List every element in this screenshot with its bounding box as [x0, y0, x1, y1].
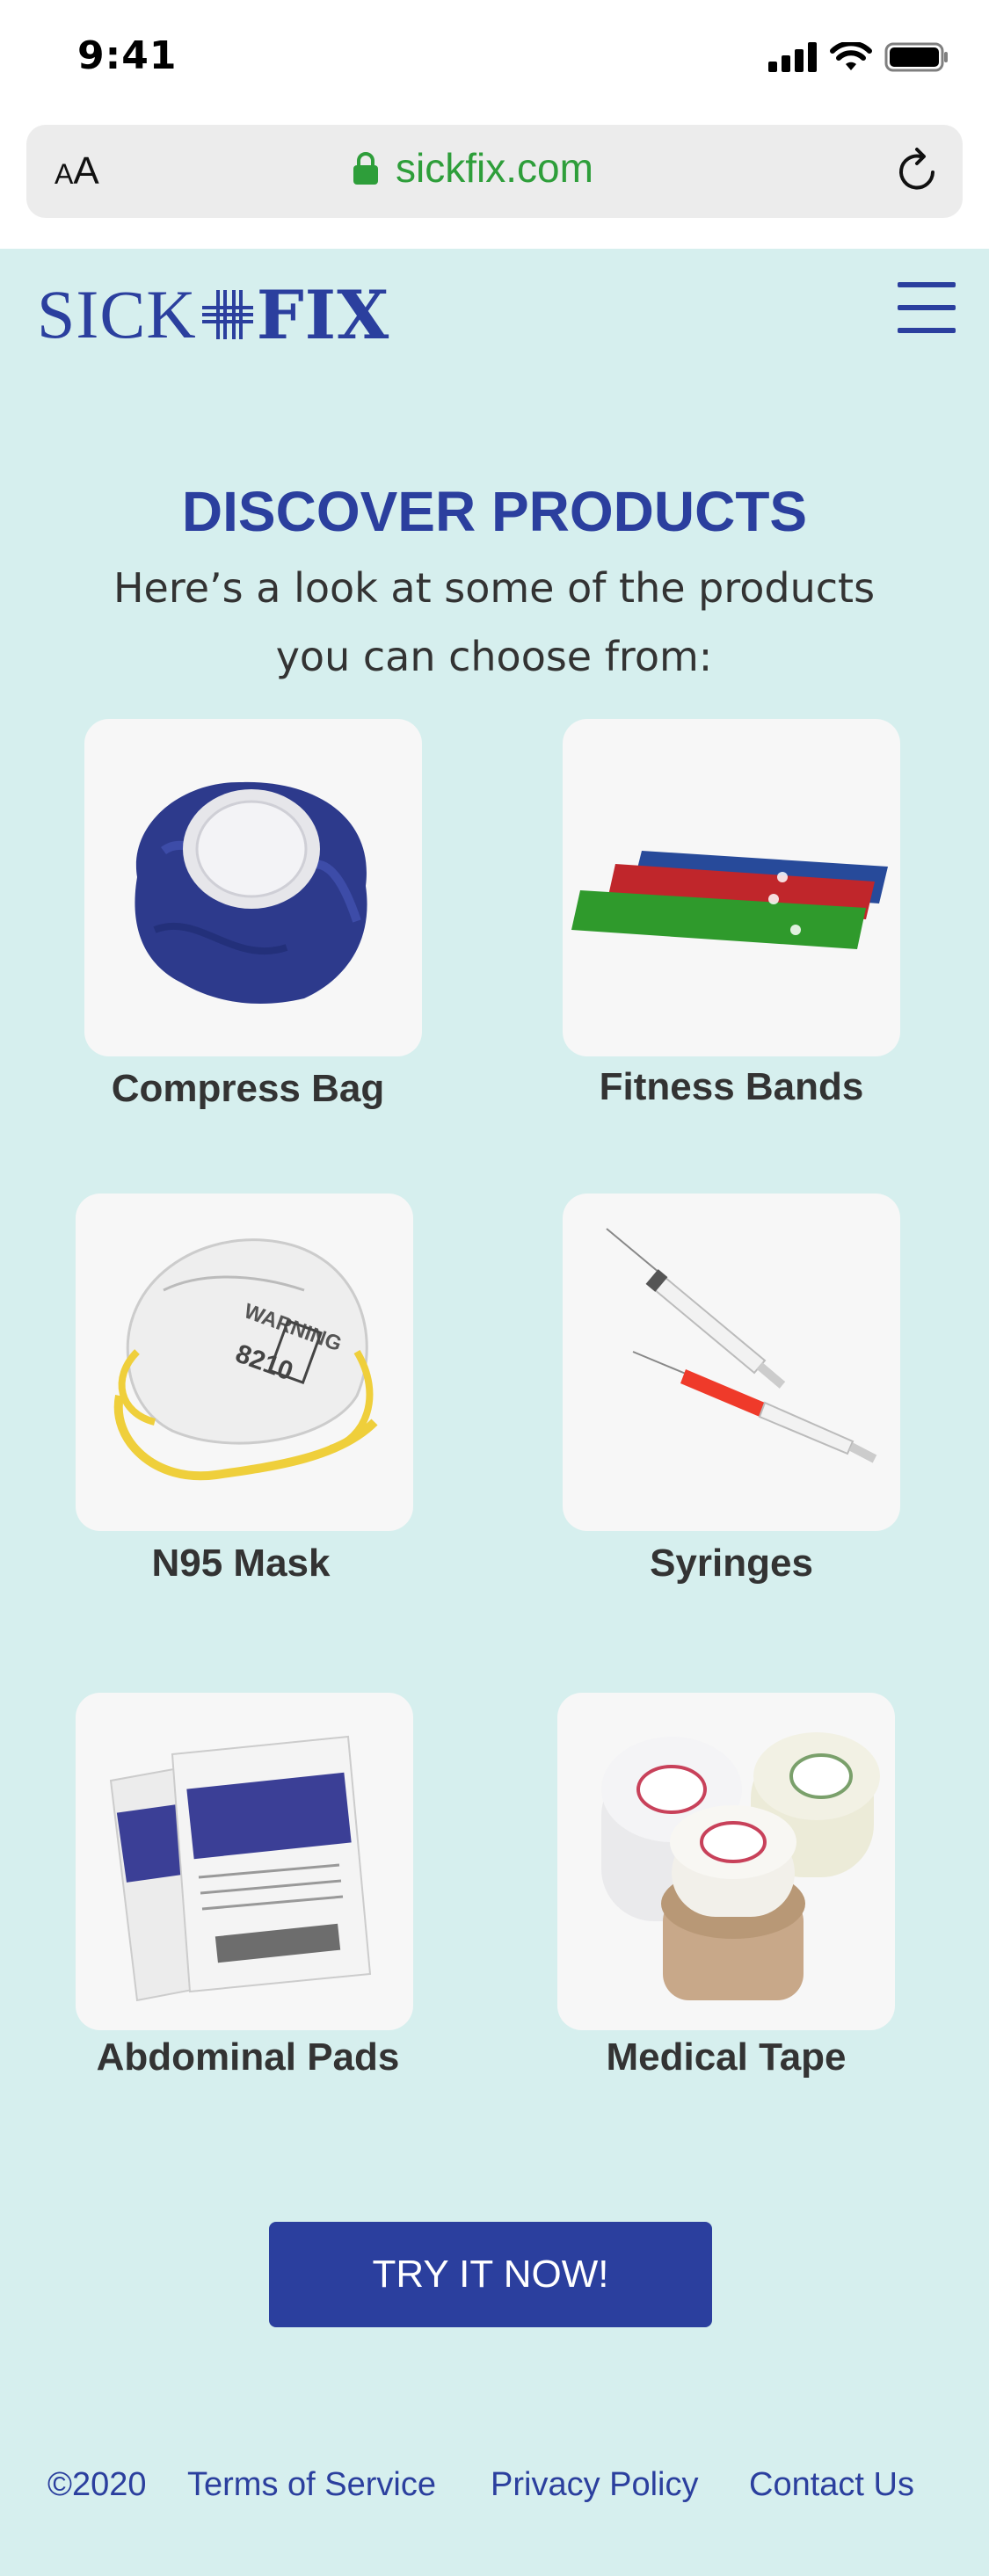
address-bar[interactable]: AA sickfix.com	[26, 125, 963, 218]
hamburger-menu-icon[interactable]	[898, 282, 956, 335]
page-title: DISCOVER PRODUCTS	[181, 480, 808, 543]
wifi-icon	[830, 42, 872, 70]
footer-copyright: ©2020	[47, 2466, 147, 2503]
battery-icon	[884, 42, 948, 72]
reload-icon[interactable]	[894, 146, 943, 199]
product-card-compress-bag[interactable]	[84, 719, 422, 1056]
footer-link-contact[interactable]: Contact Us	[749, 2466, 914, 2504]
product-label-compress-bag[interactable]: Compress Bag	[19, 1067, 476, 1111]
n95-mask-image: WARNING 8210	[113, 1238, 378, 1481]
intro-line-2: you can choose from:	[275, 633, 713, 680]
product-card-abdominal-pads[interactable]	[76, 1693, 413, 2030]
product-card-medical-tape[interactable]	[557, 1693, 895, 2030]
compress-bag-image	[135, 781, 367, 1004]
product-card-syringes[interactable]	[563, 1194, 900, 1531]
text-size-button[interactable]: AA	[55, 149, 99, 193]
url-display[interactable]: sickfix.com	[352, 144, 593, 192]
logo-cross-icon	[201, 290, 253, 339]
status-icons	[768, 42, 949, 72]
logo-text-fix: FIX	[256, 275, 390, 354]
product-label-medical-tape[interactable]: Medical Tape	[498, 2035, 955, 2079]
abdominal-pads-image	[109, 1735, 372, 2002]
product-label-fitness-bands[interactable]: Fitness Bands	[503, 1065, 960, 1109]
lock-icon	[353, 152, 378, 185]
status-bar: 9:41	[0, 0, 989, 123]
text-size-small-label: A	[55, 158, 74, 190]
product-card-n95-mask[interactable]: WARNING 8210	[76, 1194, 413, 1531]
status-time: 9:41	[77, 33, 178, 78]
try-it-now-button[interactable]: TRY IT NOW!	[269, 2222, 712, 2327]
site-header: SICK FIX	[0, 249, 989, 372]
syringes-image	[606, 1228, 877, 1463]
product-label-abdominal-pads[interactable]: Abdominal Pads	[19, 2035, 476, 2079]
product-label-n95-mask[interactable]: N95 Mask	[12, 1542, 469, 1586]
product-card-fitness-bands[interactable]	[563, 719, 900, 1056]
browser-bar: AA sickfix.com	[0, 123, 989, 249]
text-size-big-label: A	[73, 149, 99, 192]
medical-tape-image	[601, 1732, 880, 2000]
footer-link-privacy[interactable]: Privacy Policy	[491, 2466, 699, 2504]
sickfix-logo[interactable]: SICK FIX	[37, 275, 389, 354]
intro-text: Here’s a look at some of the products yo…	[98, 554, 890, 691]
signal-icon	[768, 42, 817, 72]
footer-link-terms[interactable]: Terms of Service	[187, 2466, 436, 2504]
product-label-syringes[interactable]: Syringes	[503, 1542, 960, 1586]
footer: ©2020 Terms of Service Privacy Policy Co…	[0, 2466, 989, 2510]
logo-text-sick: SICK	[37, 276, 197, 352]
intro-line-1: Here’s a look at some of the products	[113, 564, 876, 612]
fitness-bands-image	[571, 851, 888, 949]
url-text: sickfix.com	[396, 145, 593, 191]
